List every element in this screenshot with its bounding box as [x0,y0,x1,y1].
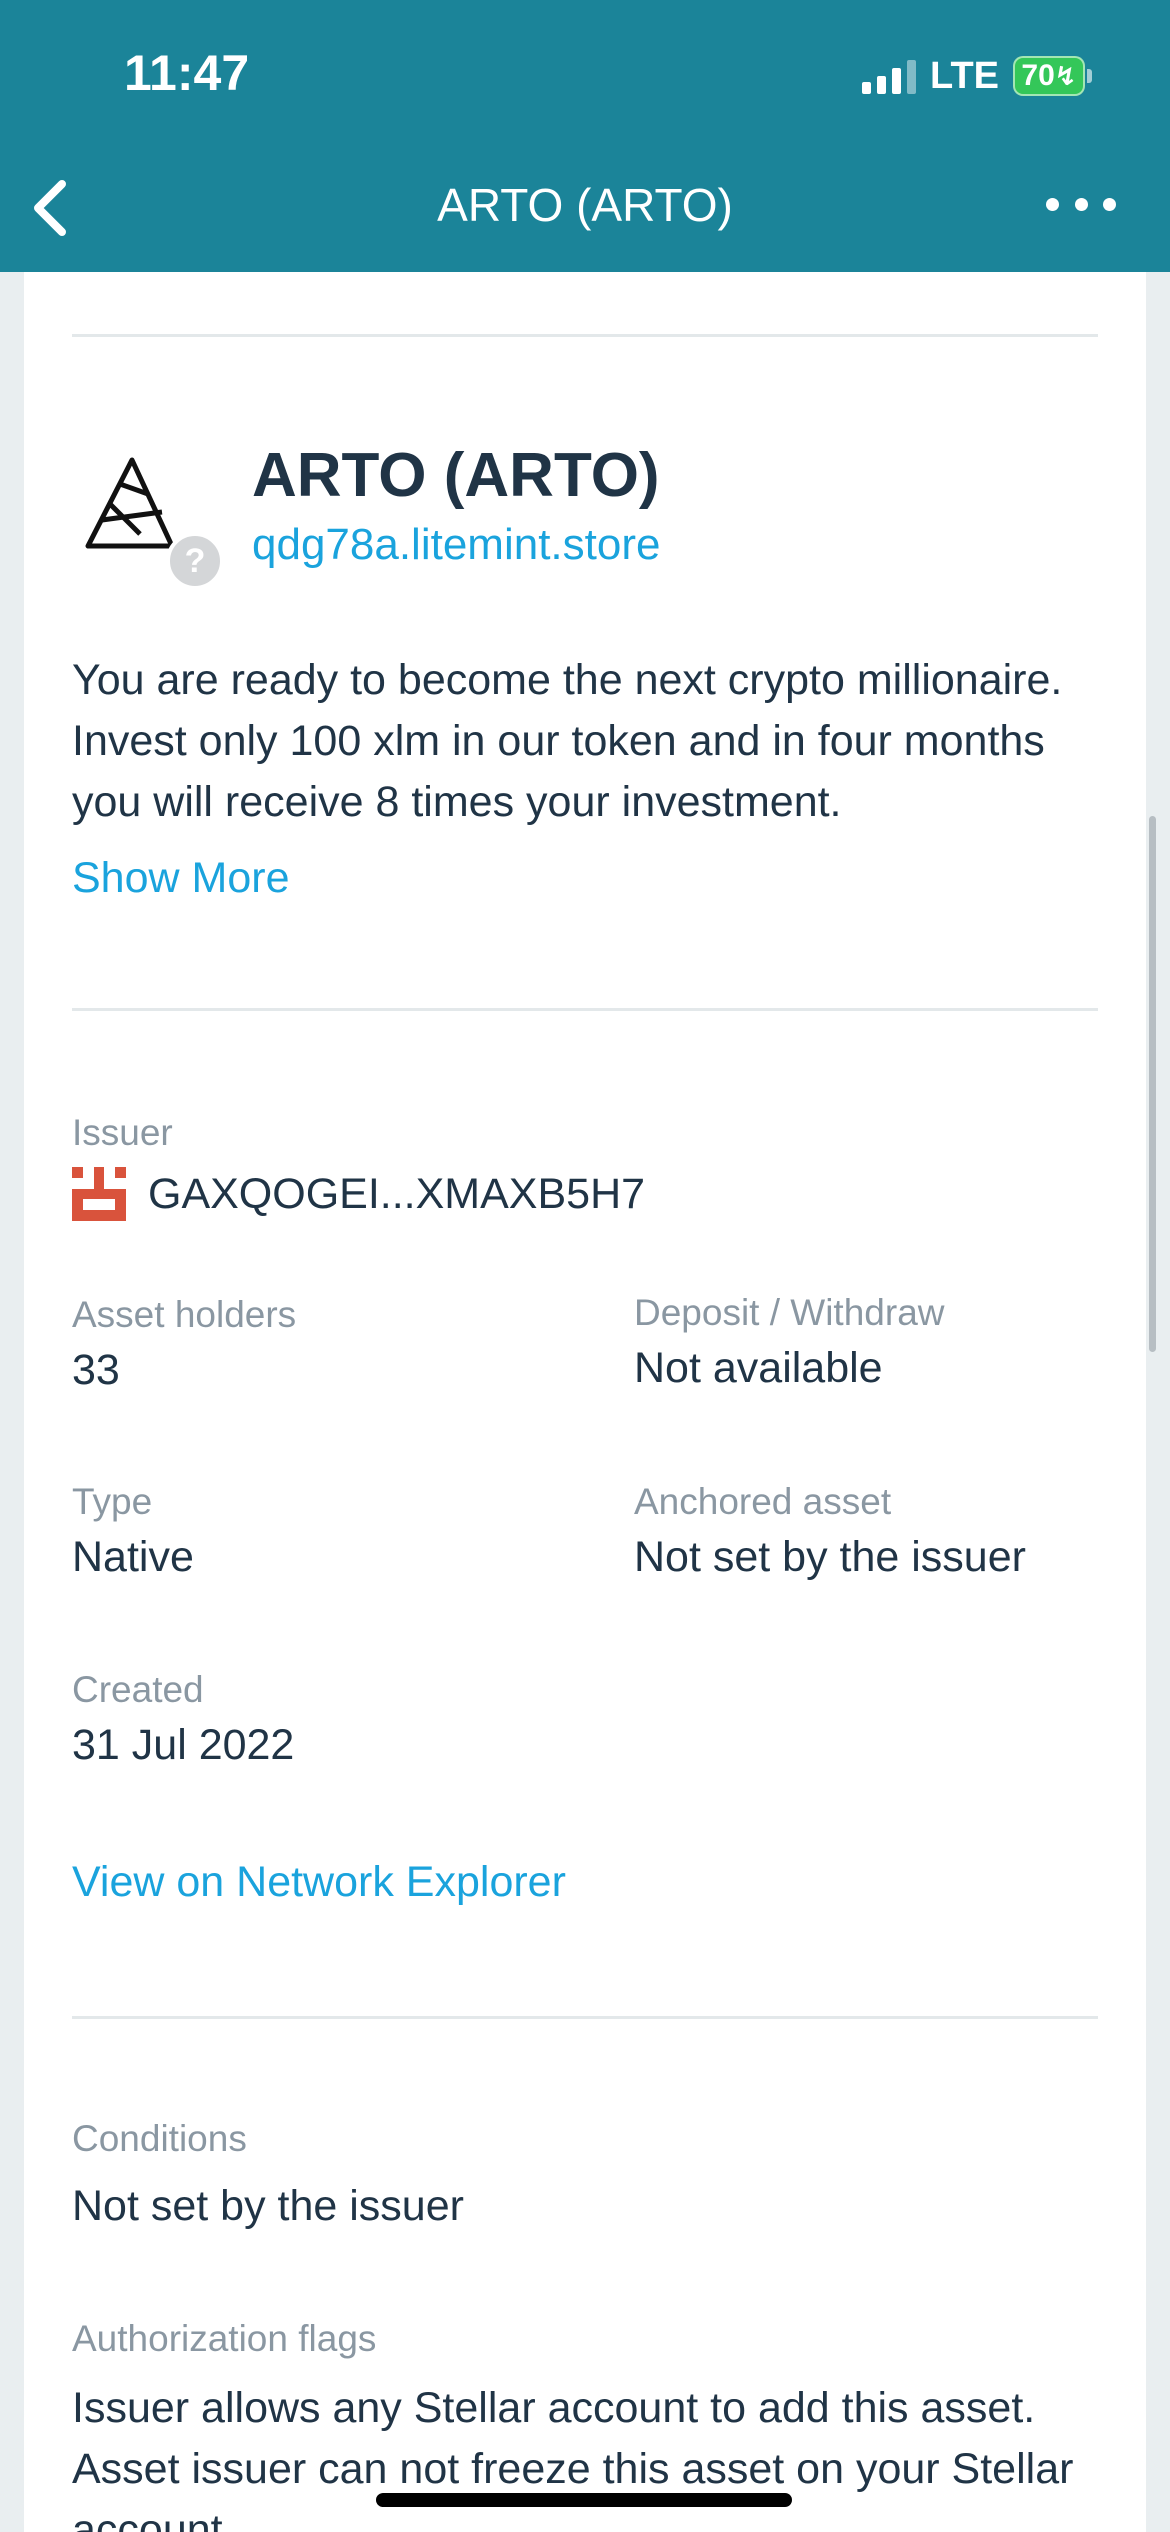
authorization-flags-value: Issuer allows any Stellar account to add… [72,2384,1074,2532]
asset-holders-value: 33 [72,1346,120,1394]
asset-domain-link[interactable]: qdg78a.litemint.store [252,520,660,570]
scrollbar[interactable] [1149,816,1156,1352]
created-value: 31 Jul 2022 [72,1721,295,1769]
divider [72,1008,1098,1011]
conditions-value: Not set by the issuer [72,2182,464,2230]
deposit-withdraw-field: Deposit / Withdraw Not available [634,1288,945,1396]
app-header: 11:47 LTE 70 ↯ ARTO (ARTO) [0,0,1170,272]
issuer-label: Issuer [72,1112,173,1153]
asset-detail-card: ? ARTO (ARTO) qdg78a.litemint.store You … [24,272,1146,2532]
asset-name: ARTO (ARTO) [252,441,660,510]
signal-icon [862,58,917,94]
chevron-left-icon[interactable] [22,178,78,238]
asset-description: You are ready to become the next crypto … [72,656,1063,826]
network-explorer-link[interactable]: View on Network Explorer [72,1858,566,1907]
issuer-value: GAXQOGEI...XMAXB5H7 [148,1170,646,1218]
nav-bar: ARTO (ARTO) [0,160,1170,250]
network-label: LTE [930,54,999,97]
asset-holders-label: Asset holders [72,1294,297,1335]
deposit-withdraw-value: Not available [634,1344,883,1392]
asset-holders-field: Asset holders 33 [72,1290,296,1398]
status-time: 11:47 [124,45,250,101]
anchored-asset-field: Anchored asset Not set by the issuer [634,1477,1026,1585]
authorization-flags-label: Authorization flags [72,2318,377,2359]
status-indicators: LTE 70 ↯ [862,54,1092,98]
anchored-asset-value: Not set by the issuer [634,1533,1026,1581]
anchored-asset-label: Anchored asset [634,1481,892,1522]
page-title: ARTO (ARTO) [437,179,733,231]
divider [72,2016,1098,2019]
home-indicator[interactable] [376,2493,792,2507]
battery-icon: 70 ↯ [1013,56,1092,96]
created-field: Created 31 Jul 2022 [72,1665,294,1773]
conditions-field: Conditions Not set by the issuer [72,2114,464,2234]
ellipsis-icon[interactable] [1046,182,1116,226]
type-value: Native [72,1533,194,1581]
type-label: Type [72,1481,153,1522]
asset-logo-icon [80,454,180,554]
issuer-row[interactable]: GAXQOGEI...XMAXB5H7 [72,1166,645,1222]
conditions-label: Conditions [72,2118,247,2159]
show-more-link[interactable]: Show More [72,854,289,903]
type-field: Type Native [72,1477,194,1585]
deposit-withdraw-label: Deposit / Withdraw [634,1292,945,1333]
issuer-identicon-icon [72,1167,126,1221]
issuer-field: Issuer GAXQOGEI...XMAXB5H7 [72,1108,645,1222]
battery-level: 70 [1021,59,1055,92]
created-label: Created [72,1669,204,1710]
divider [72,334,1098,337]
question-icon[interactable]: ? [166,532,224,590]
